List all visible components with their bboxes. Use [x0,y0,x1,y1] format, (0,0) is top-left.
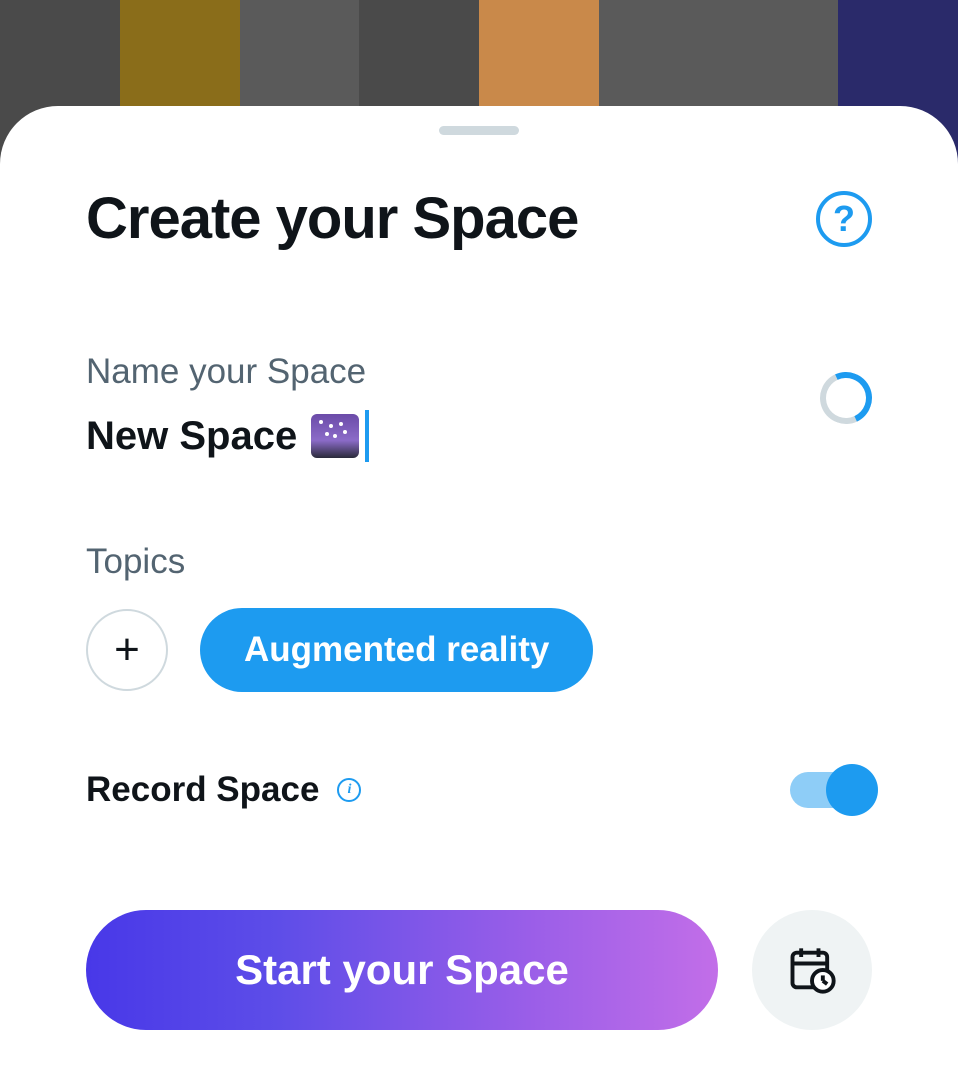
milky-way-emoji-icon [311,414,359,458]
topics-label: Topics [86,542,872,582]
page-title: Create your Space [86,185,578,252]
text-cursor [365,410,369,462]
sheet-grabber[interactable] [439,126,519,135]
toggle-knob [826,764,878,816]
space-name-value: New Space [86,414,297,459]
calendar-clock-icon [786,944,838,996]
schedule-button[interactable] [752,910,872,1030]
plus-icon: + [114,625,140,675]
create-space-sheet: Create your Space ? Name your Space New … [0,106,958,1080]
help-icon[interactable]: ? [816,191,872,247]
record-space-toggle[interactable] [790,772,872,808]
info-icon[interactable]: i [337,778,361,802]
record-space-label: Record Space [86,770,319,810]
topic-chip[interactable]: Augmented reality [200,608,593,692]
start-space-button[interactable]: Start your Space [86,910,718,1030]
space-name-input[interactable]: New Space [86,410,820,462]
loading-spinner-icon [813,365,880,432]
name-field-label: Name your Space [86,352,820,392]
add-topic-button[interactable]: + [86,609,168,691]
